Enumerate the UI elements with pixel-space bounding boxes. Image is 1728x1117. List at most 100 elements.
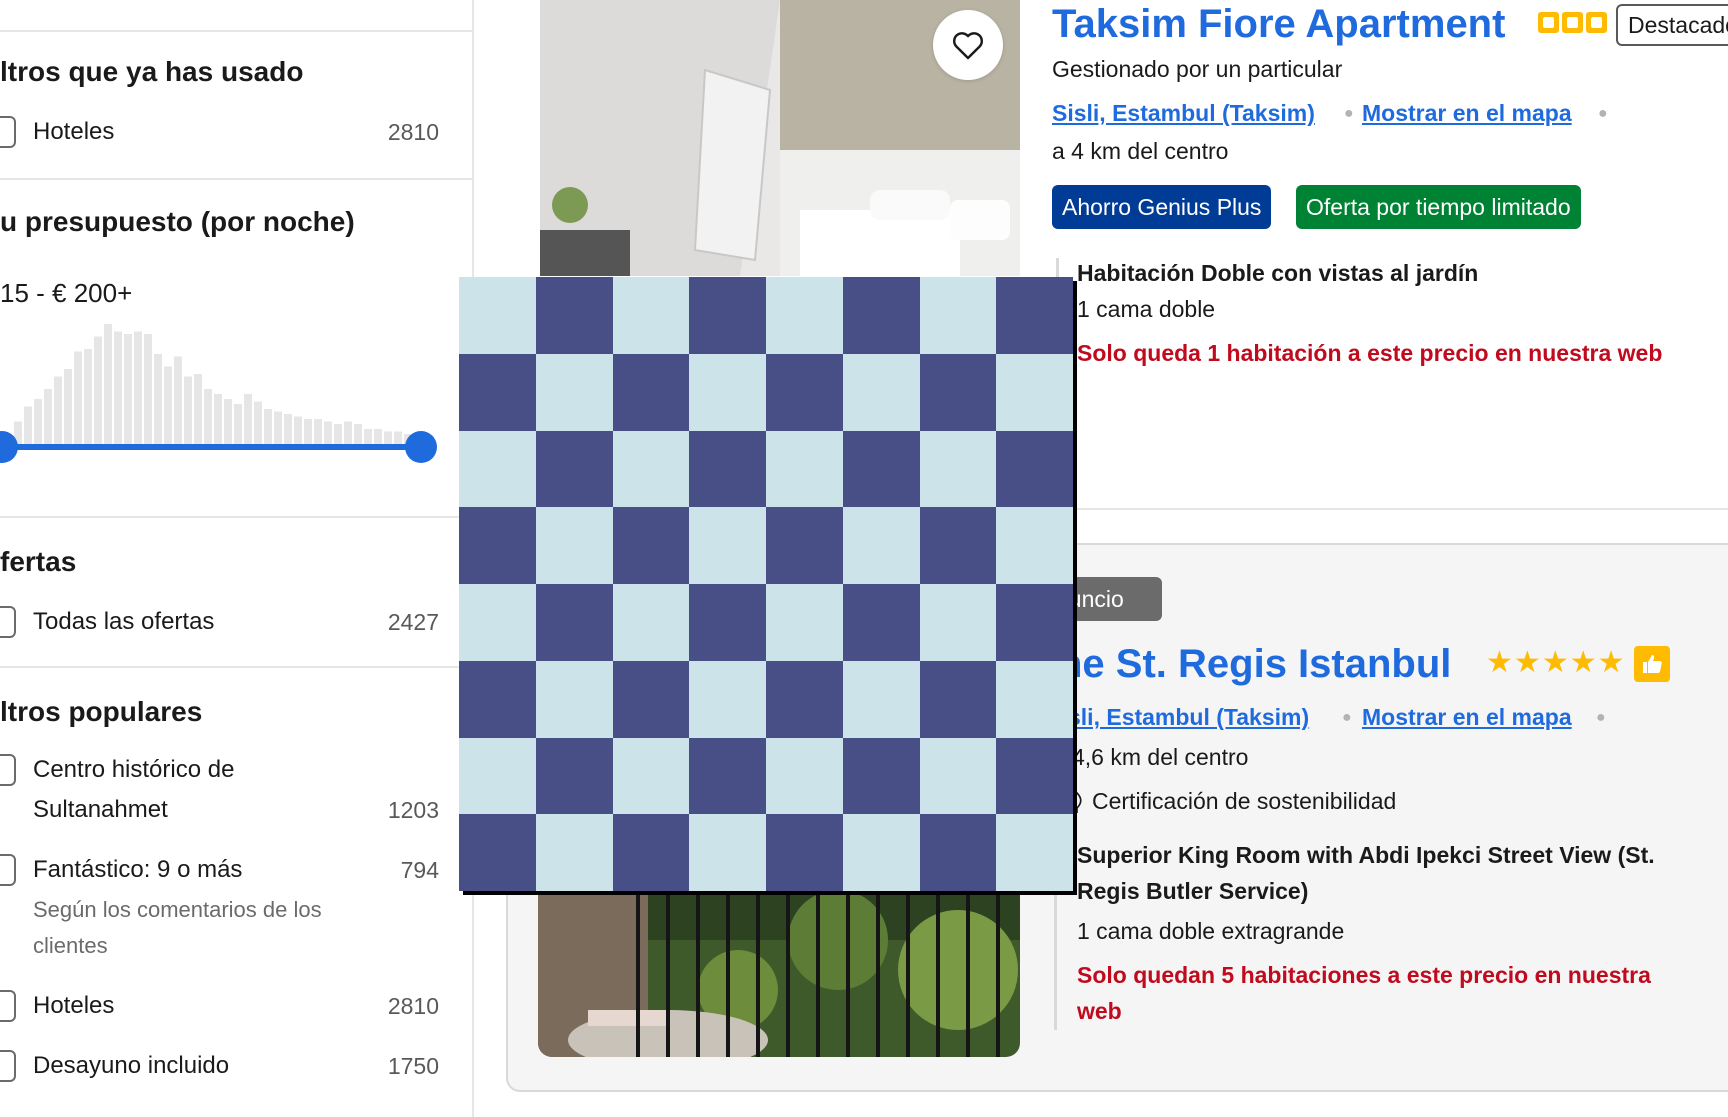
checkbox[interactable]: [0, 990, 16, 1022]
checker-cell: [766, 507, 843, 584]
filter-count: 1203: [387, 797, 439, 823]
checkbox[interactable]: [0, 606, 16, 638]
star-icon: ★: [1569, 646, 1597, 679]
filter-description: Según los comentarios de los clientes: [33, 897, 322, 958]
histogram-bar: [264, 409, 272, 444]
histogram-bar: [54, 376, 62, 444]
histogram-bar: [74, 351, 82, 444]
histogram-bar: [284, 414, 292, 444]
room-name: Habitación Doble con vistas al jardín: [1077, 260, 1479, 286]
filters-sidebar: ltros que ya has usado Hoteles 2810 u pr…: [0, 0, 474, 1117]
offers-heading: fertas: [0, 546, 77, 577]
filter-sultanahmet[interactable]: Centro histórico de Sultanahmet 1203: [0, 750, 472, 830]
checker-cell: [535, 584, 613, 661]
checker-cell: [842, 584, 920, 661]
filter-todas-ofertas[interactable]: Todas las ofertas 2427: [0, 602, 472, 642]
room-name-line2: Regis Butler Service): [1077, 878, 1309, 904]
hotel-photo[interactable]: [538, 880, 1020, 1057]
histogram-bar: [214, 394, 222, 444]
save-favorite-button[interactable]: [933, 10, 1003, 80]
histogram-bar: [334, 424, 342, 444]
histogram-bar: [204, 389, 212, 444]
location-link[interactable]: sli, Estambul (Taksim): [1068, 704, 1309, 731]
checker-cell: [612, 584, 690, 661]
histogram-bar: [184, 376, 192, 444]
filter-label: Fantástico: 9 o más: [33, 856, 243, 883]
thumbs-up-icon: [1643, 655, 1662, 673]
genius-badge: Ahorro Genius Plus: [1052, 185, 1272, 229]
checker-cell: [689, 660, 766, 738]
checkbox[interactable]: [0, 1050, 16, 1082]
filter-label-line1: Centro histórico de: [33, 756, 235, 783]
filter-label: Todas las ofertas: [33, 608, 215, 635]
show-on-map-link[interactable]: Mostrar en el mapa: [1362, 100, 1572, 127]
checker-cell: [459, 353, 536, 431]
hotel-title-link[interactable]: Taksim Fiore Apartment: [1052, 2, 1505, 47]
checker-cell: [996, 814, 1073, 891]
checker-cell: [919, 737, 997, 815]
filter-label: Desayuno incluido: [33, 1052, 230, 1079]
checker-cell: [612, 814, 690, 891]
checker-cell: [459, 507, 536, 584]
show-on-map-link[interactable]: Mostrar en el mapa: [1362, 704, 1572, 731]
histogram-bar: [294, 416, 302, 444]
filter-count: 2810: [387, 993, 439, 1019]
rating-squares: [1538, 12, 1607, 33]
checker-cell: [842, 507, 920, 584]
filter-label: Hoteles: [33, 992, 115, 1019]
histogram-bar: [344, 421, 352, 444]
room-recommendation: Superior King Room with Abdi Ipekci Stre…: [1054, 840, 1728, 1030]
price-slider-max-handle[interactable]: [405, 431, 437, 463]
separator-dot: ●: [1344, 105, 1354, 122]
checker-cell: [612, 737, 690, 815]
checker-cell: [842, 737, 920, 815]
checker-cell: [612, 353, 690, 431]
checker-cell: [996, 660, 1073, 738]
checker-cell: [996, 353, 1073, 431]
filter-fantastico[interactable]: Fantástico: 9 o más 794 Según los coment…: [0, 850, 472, 960]
heart-icon: [953, 32, 983, 60]
star-rating: ★ ★ ★ ★ ★: [1486, 648, 1625, 678]
checkbox[interactable]: [0, 116, 16, 148]
checker-cell: [766, 430, 843, 508]
checker-cell: [996, 430, 1073, 508]
featured-badge: Destacado: [1616, 4, 1728, 46]
checker-cell: [459, 584, 536, 661]
filter-hoteles[interactable]: Hoteles 2810: [0, 986, 472, 1026]
histogram-bar: [384, 431, 392, 444]
filter-desayuno[interactable]: Desayuno incluido 1750: [0, 1046, 472, 1086]
separator-dot: ●: [1342, 709, 1352, 726]
checker-cell: [842, 353, 920, 431]
room-name-line1: Superior King Room with Abdi Ipekci Stre…: [1077, 842, 1655, 868]
histogram-bar: [374, 429, 382, 444]
checker-cell: [766, 277, 843, 354]
histogram-bar: [144, 334, 152, 444]
histogram-bar: [164, 366, 172, 444]
checker-cell: [919, 507, 997, 584]
divider: [1058, 508, 1728, 510]
checker-cell: [689, 814, 766, 891]
checker-cell: [842, 660, 920, 738]
filter-hoteles-used[interactable]: Hoteles 2810: [0, 112, 472, 152]
checker-cell: [612, 277, 690, 354]
checkbox[interactable]: [0, 854, 16, 886]
histogram-bar: [274, 411, 282, 444]
histogram-bar: [244, 394, 252, 444]
checker-cell: [689, 584, 766, 661]
histogram-bar: [114, 331, 122, 444]
price-slider-track[interactable]: [0, 444, 420, 450]
filter-count: 2427: [387, 609, 439, 635]
checker-cell: [842, 277, 920, 354]
histogram-bar: [354, 424, 362, 444]
checker-cell: [459, 277, 536, 354]
rating-square-icon: [1538, 12, 1559, 33]
histogram-bar: [134, 331, 142, 444]
star-icon: ★: [1597, 646, 1625, 679]
hotel-title-link[interactable]: he St. Regis Istanbul: [1058, 642, 1451, 687]
location-link[interactable]: Sisli, Estambul (Taksim): [1052, 100, 1315, 127]
divider: [0, 30, 472, 32]
bed-type: 1 cama doble: [1077, 296, 1216, 322]
filter-label-line2: Sultanahmet: [33, 796, 168, 823]
room-recommendation: Habitación Doble con vistas al jardín 1 …: [1056, 258, 1716, 438]
checkbox[interactable]: [0, 754, 16, 786]
